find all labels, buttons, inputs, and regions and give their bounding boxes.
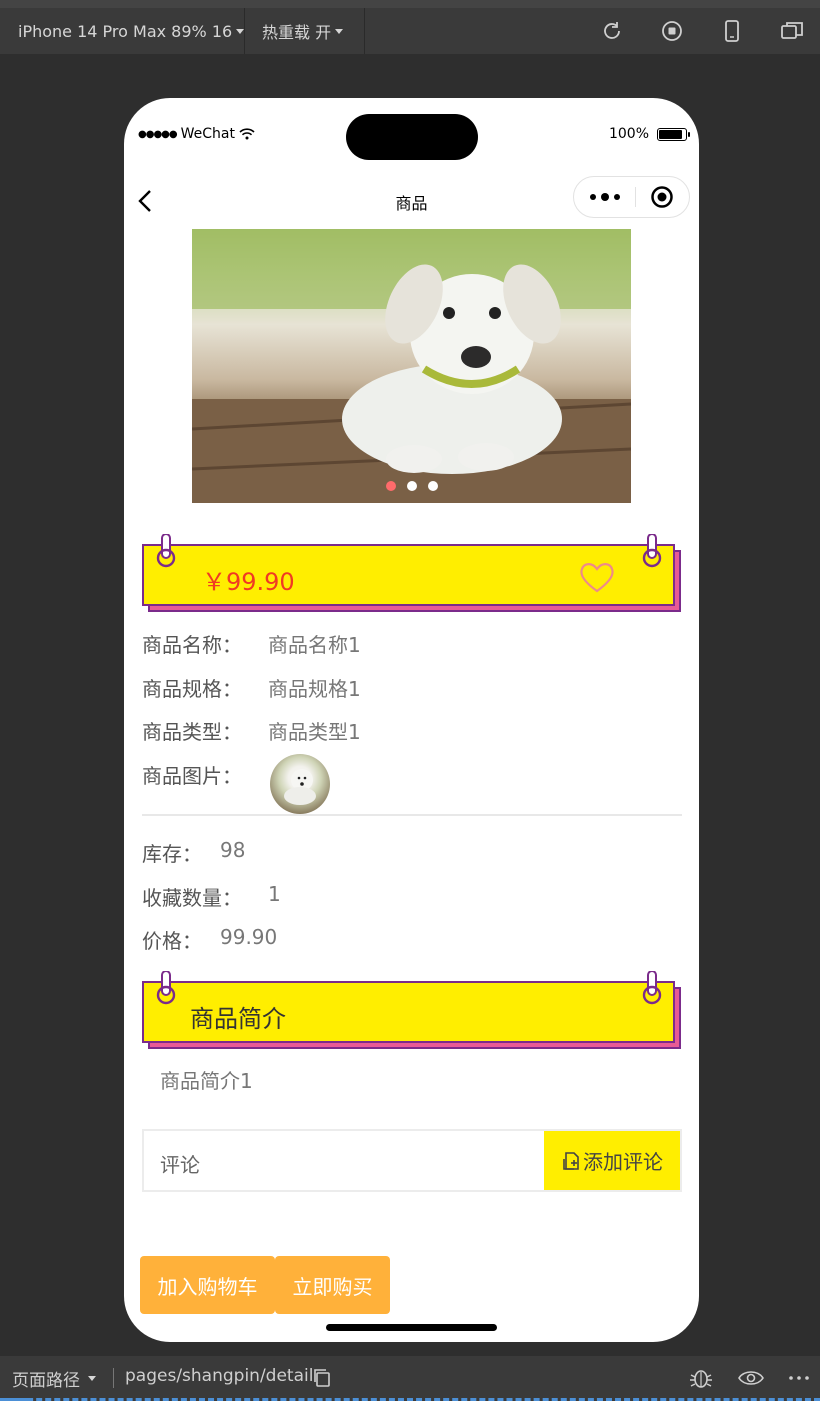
battery-icon <box>657 127 690 141</box>
swiper-dot[interactable] <box>406 481 417 491</box>
stat-row-stock: 库存： 98 <box>142 838 245 867</box>
detail-row-spec: 商品规格： 商品规格1 <box>142 673 361 702</box>
dynamic-island <box>346 114 478 160</box>
field-label: 商品图片： <box>142 764 242 788</box>
phone-icon[interactable] <box>720 19 744 43</box>
puppy-image <box>192 229 631 503</box>
buy-now-button[interactable]: 立即购买 <box>275 1256 390 1314</box>
stat-row-favorites: 收藏数量： 1 <box>142 882 281 911</box>
ring-decoration-icon <box>156 971 176 1005</box>
add-comment-button[interactable]: 添加评论 <box>544 1131 680 1190</box>
chevron-down-icon <box>236 28 245 34</box>
devtools-bottom-bar: 页面路径 pages/shangpin/detail <box>0 1356 820 1401</box>
section-divider <box>142 814 682 816</box>
comment-section: 评论 添加评论 <box>142 1129 682 1192</box>
copy-icon[interactable] <box>312 1366 332 1390</box>
tag-front: 商品简介 <box>142 981 675 1043</box>
field-label: 库存： <box>142 842 202 866</box>
product-banner-swiper[interactable] <box>192 229 631 503</box>
price-tag-bar: ￥99.90 <box>142 534 682 612</box>
mini-program-capsule <box>573 176 690 218</box>
field-value: 98 <box>220 838 246 862</box>
intro-tag-bar: 商品简介 <box>142 971 682 1049</box>
stop-record-icon[interactable] <box>660 19 684 43</box>
refresh-icon[interactable] <box>600 19 624 43</box>
toolbar-divider <box>364 8 365 54</box>
field-value: 1 <box>268 882 281 906</box>
toolbar-divider <box>244 8 245 54</box>
field-value: 商品规格1 <box>268 677 361 701</box>
navigation-bar: 商品 <box>124 174 699 226</box>
intro-content: 商品简介1 <box>160 1069 253 1093</box>
home-indicator[interactable] <box>326 1324 497 1331</box>
close-target-icon[interactable] <box>650 185 674 209</box>
ring-decoration-icon <box>156 534 176 568</box>
field-label: 商品类型： <box>142 720 242 744</box>
tag-front: ￥99.90 <box>142 544 675 606</box>
status-bar-left: ●●●●● WeChat <box>138 126 255 142</box>
hot-reload-toggle[interactable]: 热重载 开 <box>262 8 344 54</box>
page-path-label: 页面路径 <box>12 1371 80 1391</box>
window-icon[interactable] <box>780 19 804 43</box>
field-value: 商品类型1 <box>268 720 361 744</box>
detail-row-type: 商品类型： 商品类型1 <box>142 716 361 745</box>
wifi-icon <box>239 128 255 140</box>
bottom-divider <box>113 1368 114 1388</box>
eye-icon[interactable] <box>738 1366 764 1390</box>
carrier-label: WeChat <box>180 126 235 142</box>
signal-icon: ●●●●● <box>138 128 178 140</box>
product-thumbnail[interactable] <box>270 754 330 814</box>
detail-row-image: 商品图片： <box>142 754 330 814</box>
heart-icon[interactable] <box>579 560 615 594</box>
swiper-indicator <box>192 481 631 491</box>
more-options-icon[interactable] <box>786 1366 812 1390</box>
swiper-dot-active[interactable] <box>385 481 396 491</box>
add-note-icon <box>563 1151 579 1170</box>
field-value: 99.90 <box>220 925 278 949</box>
stat-row-price: 价格： 99.90 <box>142 925 277 954</box>
field-value: 商品名称1 <box>268 633 361 657</box>
chevron-down-icon <box>335 28 344 34</box>
status-bar-right: 100% <box>608 126 690 142</box>
more-icon[interactable] <box>589 192 621 202</box>
bug-icon[interactable] <box>688 1366 714 1390</box>
intro-title: 商品简介 <box>190 1005 286 1033</box>
price-label: ￥99.90 <box>202 568 295 596</box>
device-selector[interactable]: iPhone 14 Pro Max 89% 16 <box>18 8 245 54</box>
field-label: 收藏数量： <box>142 886 242 910</box>
battery-percent: 100% <box>608 126 649 142</box>
field-label: 价格： <box>142 929 202 953</box>
field-label: 商品规格： <box>142 677 242 701</box>
add-comment-label: 添加评论 <box>583 1150 663 1174</box>
ring-decoration-icon <box>642 971 662 1005</box>
phone-simulator: ●●●●● WeChat 100% 商品 ￥99.90 商品名称： 商品名称1 … <box>124 98 699 1342</box>
devtools-toolbar: iPhone 14 Pro Max 89% 16 热重载 开 <box>0 0 820 54</box>
add-to-cart-button[interactable]: 加入购物车 <box>140 1256 275 1314</box>
chevron-down-icon <box>88 1376 96 1381</box>
page-path-value: pages/shangpin/detail <box>125 1366 314 1386</box>
page-path-selector[interactable]: 页面路径 <box>12 1366 96 1391</box>
detail-row-name: 商品名称： 商品名称1 <box>142 629 361 658</box>
swiper-dot[interactable] <box>427 481 438 491</box>
ring-decoration-icon <box>642 534 662 568</box>
device-label: iPhone 14 Pro Max 89% 16 <box>18 21 233 41</box>
hot-reload-label: 热重载 开 <box>262 23 332 42</box>
puppy-thumbnail-image <box>284 769 316 805</box>
field-label: 商品名称： <box>142 633 242 657</box>
comment-label: 评论 <box>160 1153 200 1177</box>
